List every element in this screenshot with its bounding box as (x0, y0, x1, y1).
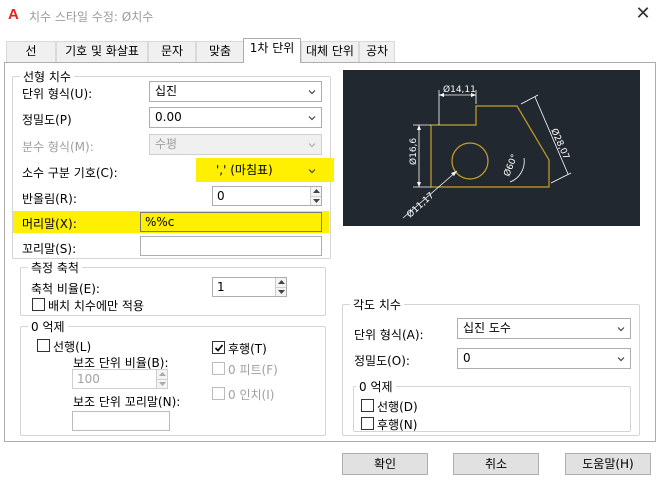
unit-format-label: 단위 형식(U): (22, 87, 93, 101)
dim-top-text: Ø14,11 (443, 84, 476, 95)
leading-label: 선행(L) (53, 340, 92, 354)
chevron-down-icon (617, 357, 625, 362)
tab-tolerances[interactable]: 공차 (359, 41, 395, 62)
zero-suppression-legend: 0 억제 (28, 318, 68, 335)
cancel-button[interactable]: 취소 (453, 453, 539, 475)
angular-leading-label: 선행(D) (377, 400, 418, 414)
spin-up-icon[interactable] (156, 370, 167, 379)
angular-precision-label: 정밀도(O): (354, 354, 410, 368)
unit-format-select[interactable]: 십진 (149, 81, 322, 102)
trailing-label: 후행(T) (228, 342, 267, 356)
dim-right-text: Ø28,07 (548, 127, 571, 161)
trailing-checkbox[interactable] (212, 341, 225, 354)
angular-precision-select[interactable]: 0 (457, 348, 631, 369)
preview-drawing: Ø14,11 Ø16,6 Ø28,07 Ø60° Ø11,17 (402, 84, 572, 220)
fraction-format-select[interactable]: 수평 (149, 134, 322, 155)
sub-unit-suffix-label: 보조 단위 꼬리말(N): (73, 395, 181, 409)
spin-up-icon[interactable] (310, 187, 321, 196)
close-icon[interactable]: ✕ (632, 3, 654, 25)
round-off-spinner[interactable]: 0 (212, 186, 322, 206)
dim-radius-text: Ø11,17 (405, 190, 437, 220)
zero-inches-checkbox[interactable] (212, 387, 225, 400)
angular-unit-format-select[interactable]: 십진 도수 (457, 318, 631, 339)
tab-lines[interactable]: 선 (6, 41, 56, 62)
chevron-down-icon (308, 90, 316, 95)
precision-select[interactable]: 0.00 (149, 107, 322, 128)
zero-feet-label: 0 피트(F) (228, 363, 278, 377)
prefix-input[interactable]: %%c (140, 212, 322, 232)
chevron-down-icon (308, 116, 316, 121)
sub-unit-suffix-input[interactable] (72, 411, 170, 431)
angular-unit-format-label: 단위 형식(A): (354, 328, 424, 342)
zero-inches-label: 0 인치(I) (228, 388, 275, 402)
window-title: 치수 스타일 수정: Ø치수 (29, 10, 154, 24)
help-button[interactable]: 도움말(H) (565, 453, 651, 475)
round-off-label: 반올림(R): (22, 192, 77, 206)
layout-only-checkbox[interactable] (32, 298, 45, 311)
fraction-format-label: 분수 형식(M): (22, 140, 94, 154)
chevron-down-icon (308, 169, 316, 174)
zero-feet-checkbox[interactable] (212, 362, 225, 375)
angular-trailing-checkbox[interactable] (361, 417, 374, 430)
scale-factor-label: 축척 비율(E): (31, 282, 100, 296)
tab-alternate-units[interactable]: 대체 단위 (301, 41, 359, 62)
tab-symbols-arrows[interactable]: 기호 및 화살표 (56, 41, 148, 62)
chevron-down-icon (308, 143, 316, 148)
angular-zero-suppression-legend: 0 억제 (356, 378, 396, 395)
linear-dimensions-legend: 선형 치수 (20, 68, 74, 85)
chevron-down-icon (617, 327, 625, 332)
scale-factor-spinner[interactable]: 1 (212, 277, 287, 297)
decimal-separator-label: 소수 구분 기호(C): (22, 166, 118, 180)
angular-trailing-label: 후행(N) (377, 418, 418, 432)
tab-primary-units[interactable]: 1차 단위 (243, 38, 301, 63)
autocad-logo-icon: A (8, 6, 19, 23)
precision-label: 정밀도(P) (22, 113, 72, 127)
part-hole (451, 142, 489, 180)
tab-fit[interactable]: 맞춤 (196, 41, 244, 62)
leading-checkbox[interactable] (37, 339, 50, 352)
title-bar: A 치수 스타일 수정: Ø치수 ✕ (0, 0, 660, 31)
spin-down-icon[interactable] (310, 196, 321, 205)
angular-leading-checkbox[interactable] (361, 399, 374, 412)
spin-down-icon[interactable] (156, 379, 167, 388)
sub-unit-factor-spinner[interactable]: 100 (72, 369, 168, 389)
dim-left-text: Ø16,6 (408, 138, 419, 165)
decimal-separator-select[interactable]: ',' (마침표) (210, 160, 322, 181)
measurement-scale-legend: 측정 축척 (28, 259, 82, 276)
layout-only-label: 배치 치수에만 적용 (48, 299, 144, 313)
part-outline (430, 105, 550, 188)
angular-dimensions-legend: 각도 치수 (350, 296, 404, 313)
spin-up-icon[interactable] (275, 278, 286, 287)
prefix-label: 머리말(X): (22, 217, 77, 231)
spin-down-icon[interactable] (275, 287, 286, 296)
dimension-preview: Ø14,11 Ø16,6 Ø28,07 Ø60° Ø11,17 (343, 70, 640, 226)
checkmark-icon (214, 344, 224, 352)
suffix-label: 꼬리말(S): (22, 242, 77, 256)
ok-button[interactable]: 확인 (342, 453, 428, 475)
suffix-input[interactable] (140, 236, 322, 256)
dim-angle-text: Ø60° (502, 153, 521, 178)
tab-text[interactable]: 문자 (148, 41, 196, 62)
